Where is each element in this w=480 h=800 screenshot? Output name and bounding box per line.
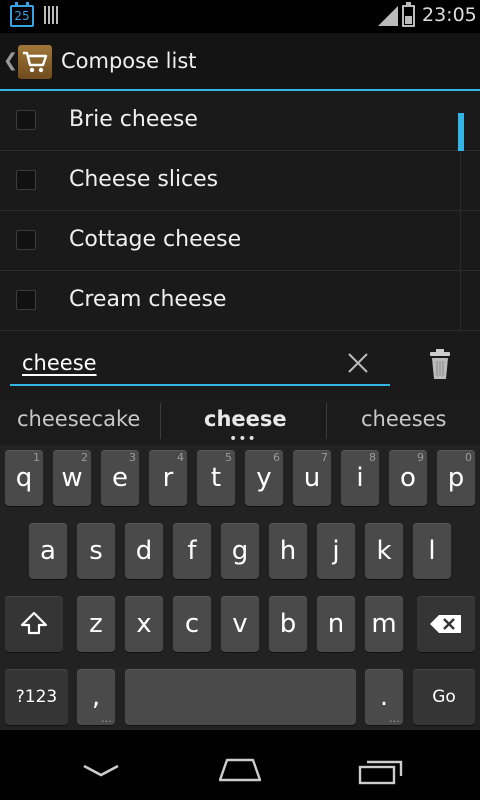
- key-z[interactable]: z: [77, 596, 115, 652]
- item-input[interactable]: cheese: [22, 351, 97, 375]
- key-e[interactable]: e3: [101, 450, 139, 506]
- status-bar: 25 23:05: [0, 0, 480, 33]
- suggestion-center[interactable]: cheese: [204, 407, 287, 431]
- key-y[interactable]: y6: [245, 450, 283, 506]
- key-p[interactable]: p0: [437, 450, 475, 506]
- navigation-bar: [0, 730, 480, 800]
- key-o[interactable]: o9: [389, 450, 427, 506]
- recent-apps-icon[interactable]: [358, 757, 404, 785]
- list-item[interactable]: Cottage cheese: [0, 211, 480, 271]
- home-icon[interactable]: [216, 757, 264, 783]
- key-a[interactable]: a: [29, 523, 67, 579]
- suggestion-right[interactable]: cheeses: [361, 407, 447, 431]
- key-s[interactable]: s: [77, 523, 115, 579]
- scrollbar-track: [460, 151, 461, 333]
- key-k[interactable]: k: [365, 523, 403, 579]
- list-item[interactable]: Brie cheese: [0, 91, 480, 151]
- input-area: cheese: [0, 333, 480, 395]
- page-title: Compose list: [61, 49, 197, 73]
- item-checkbox[interactable]: [16, 230, 36, 250]
- key-v[interactable]: v: [221, 596, 259, 652]
- key-w[interactable]: w2: [53, 450, 91, 506]
- key-q[interactable]: q1: [5, 450, 43, 506]
- shift-key[interactable]: [5, 596, 63, 652]
- item-label: Brie cheese: [69, 107, 198, 132]
- item-label: Cream cheese: [69, 287, 227, 312]
- key-t[interactable]: t5: [197, 450, 235, 506]
- suggestion-divider: [326, 403, 327, 439]
- key-f[interactable]: f: [173, 523, 211, 579]
- key-i[interactable]: i8: [341, 450, 379, 506]
- keyboard: q1 w2 e3 r4 t5 y6 u7 i8 o9 p0 a s d f g …: [0, 445, 480, 730]
- suggestion-divider: [160, 403, 161, 439]
- back-chevron-icon[interactable]: ❮: [3, 50, 18, 71]
- period-key[interactable]: .…: [365, 669, 403, 725]
- trash-icon[interactable]: [429, 348, 451, 380]
- item-list[interactable]: Brie cheese Cheese slices Cottage cheese…: [0, 91, 480, 333]
- key-x[interactable]: x: [125, 596, 163, 652]
- key-n[interactable]: n: [317, 596, 355, 652]
- status-time: 23:05: [422, 4, 477, 26]
- key-m[interactable]: m: [365, 596, 403, 652]
- key-l[interactable]: l: [413, 523, 451, 579]
- scrollbar-thumb[interactable]: [458, 113, 464, 151]
- calendar-day: 25: [14, 9, 30, 23]
- symbols-key[interactable]: ?123: [5, 669, 68, 725]
- item-checkbox[interactable]: [16, 170, 36, 190]
- key-b[interactable]: b: [269, 596, 307, 652]
- key-j[interactable]: j: [317, 523, 355, 579]
- signal-icon: [378, 6, 398, 26]
- shopping-cart-icon[interactable]: [18, 45, 52, 79]
- item-label: Cheese slices: [69, 167, 219, 192]
- key-h[interactable]: h: [269, 523, 307, 579]
- clear-icon[interactable]: [346, 351, 370, 375]
- hide-keyboard-icon[interactable]: [82, 763, 120, 779]
- go-key[interactable]: Go: [413, 669, 475, 725]
- comma-key[interactable]: ,…: [77, 669, 115, 725]
- suggestion-left[interactable]: cheesecake: [17, 407, 140, 431]
- list-item[interactable]: Cream cheese: [0, 271, 480, 331]
- key-d[interactable]: d: [125, 523, 163, 579]
- list-item[interactable]: Cheese slices: [0, 151, 480, 211]
- backspace-key[interactable]: [417, 596, 475, 652]
- calendar-icon: 25: [10, 2, 34, 27]
- backspace-icon: [430, 615, 461, 633]
- barcode-icon: [44, 6, 60, 24]
- item-checkbox[interactable]: [16, 110, 36, 130]
- key-g[interactable]: g: [221, 523, 259, 579]
- action-bar: ❮ Compose list: [0, 33, 480, 90]
- item-label: Cottage cheese: [69, 227, 242, 252]
- shift-arrow-icon: [20, 611, 48, 635]
- suggestion-strip: cheesecake cheese ••• cheeses: [0, 395, 480, 447]
- key-r[interactable]: r4: [149, 450, 187, 506]
- key-c[interactable]: c: [173, 596, 211, 652]
- space-key[interactable]: [125, 669, 356, 725]
- input-underline: [10, 384, 390, 386]
- item-checkbox[interactable]: [16, 290, 36, 310]
- key-u[interactable]: u7: [293, 450, 331, 506]
- battery-icon: [402, 2, 415, 27]
